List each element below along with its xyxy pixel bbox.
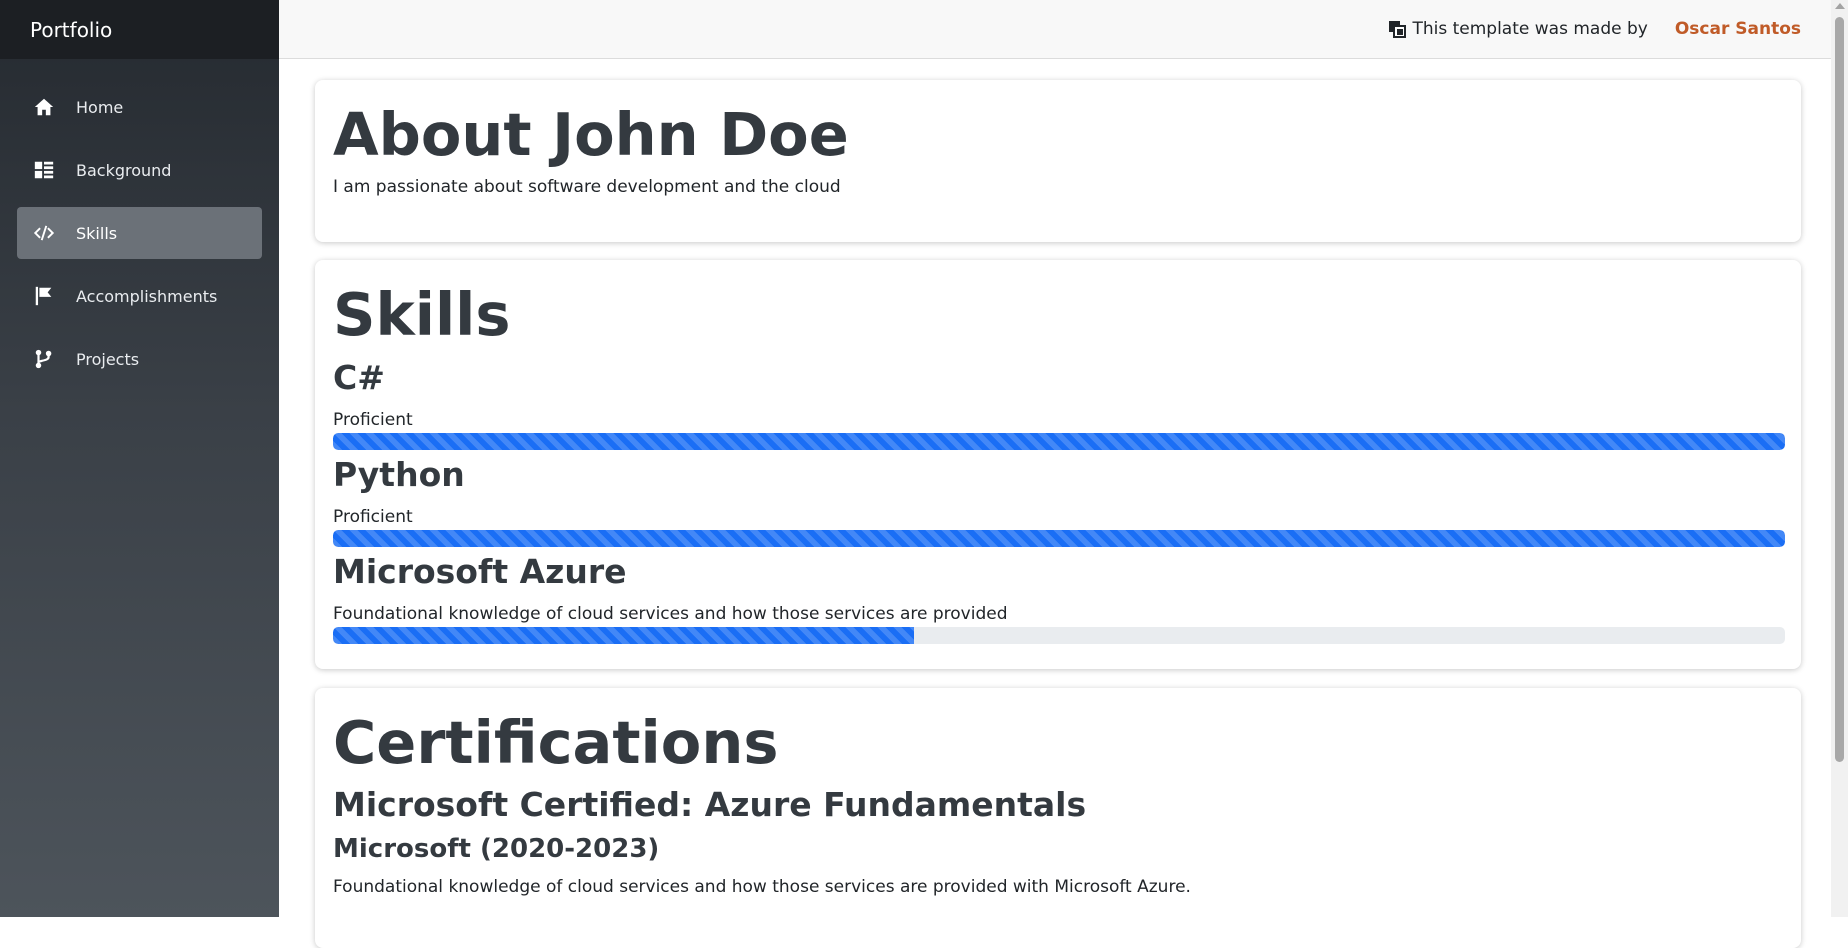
skill-level: Proficient [333,410,413,430]
sidebar-item-label: Skills [76,223,118,243]
code-icon [33,222,55,244]
template-credit: This template was made by Oscar Santos [1388,0,1801,58]
flag-icon [33,285,55,307]
sidebar-item-label: Home [76,97,124,117]
main-content: About John Doe I am passionate about sof… [279,59,1831,948]
skill-name: Microsoft Azure [333,552,627,591]
skill-progress-fill [333,530,1785,547]
certifications-title: Certifications [333,708,779,777]
scroll-thumb[interactable] [1835,17,1844,762]
skill-name: C# [333,358,385,397]
about-text: I am passionate about software developme… [333,177,841,197]
sidebar-item-projects[interactable]: Projects [17,333,262,385]
author-link[interactable]: Oscar Santos [1675,19,1801,39]
sidebar-item-label: Accomplishments [76,286,218,306]
skill-level: Foundational knowledge of cloud services… [333,604,1008,624]
copy-icon [1388,20,1407,38]
top-header: This template was made by Oscar Santos [279,0,1831,59]
page-scrollbar[interactable] [1831,0,1848,917]
skill-progress-fill [333,433,1785,450]
sidebar-item-skills[interactable]: Skills [17,207,262,259]
sidebar-item-label: Projects [76,349,140,369]
certification-name: Microsoft Certified: Azure Fundamentals [333,785,1087,824]
sidebar-item-accomplishments[interactable]: Accomplishments [17,270,262,322]
sidebar-item-home[interactable]: Home [17,81,262,133]
sidebar-item-background[interactable]: Background [17,144,262,196]
brand-link[interactable]: Portfolio [30,18,112,42]
scroll-up-arrow-icon[interactable] [1835,3,1845,9]
sidebar-brand-bar: Portfolio [0,0,279,59]
certification-issuer: Microsoft (2020-2023) [333,834,660,864]
skill-progress-bar [333,530,1785,547]
skill-item: Microsoft Azure Foundational knowledge o… [333,552,1785,644]
skill-item: C# Proficient [333,358,1785,450]
list-icon [33,159,55,181]
skills-card: Skills C# Proficient Python Proficient M… [315,260,1801,669]
sidebar-nav: Home Background Skills Accomplishments P… [0,59,279,385]
skill-progress-bar [333,433,1785,450]
sidebar-item-label: Background [76,160,172,180]
skill-item: Python Proficient [333,455,1785,547]
about-card: About John Doe I am passionate about sof… [315,80,1801,242]
certification-description: Foundational knowledge of cloud services… [333,877,1191,897]
sidebar: Portfolio Home Background Skills Accompl… [0,0,279,917]
about-title: About John Doe [333,100,849,169]
skills-title: Skills [333,280,511,349]
home-icon [33,96,55,118]
skill-progress-bar [333,627,1785,644]
certifications-card: Certifications Microsoft Certified: Azur… [315,688,1801,948]
credit-text: This template was made by [1412,19,1648,39]
skill-progress-fill [333,627,914,644]
branch-icon [33,348,55,370]
skill-name: Python [333,455,465,494]
skill-level: Proficient [333,507,413,527]
